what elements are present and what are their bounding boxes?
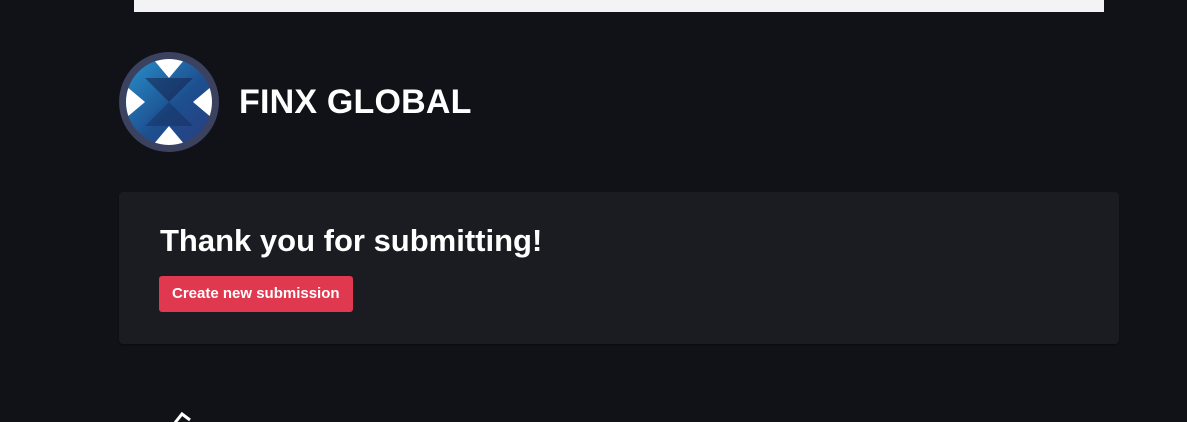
top-banner	[134, 0, 1104, 12]
brand-name: FINX GLOBAL	[239, 83, 472, 121]
confirmation-title: Thank you for submitting!	[160, 223, 543, 258]
brand-header: FINX GLOBAL	[119, 52, 472, 152]
confirmation-card: Thank you for submitting! Create new sub…	[119, 192, 1119, 344]
create-new-submission-button[interactable]: Create new submission	[159, 276, 353, 312]
partial-icon	[173, 411, 191, 422]
finx-logo-icon	[119, 52, 219, 152]
